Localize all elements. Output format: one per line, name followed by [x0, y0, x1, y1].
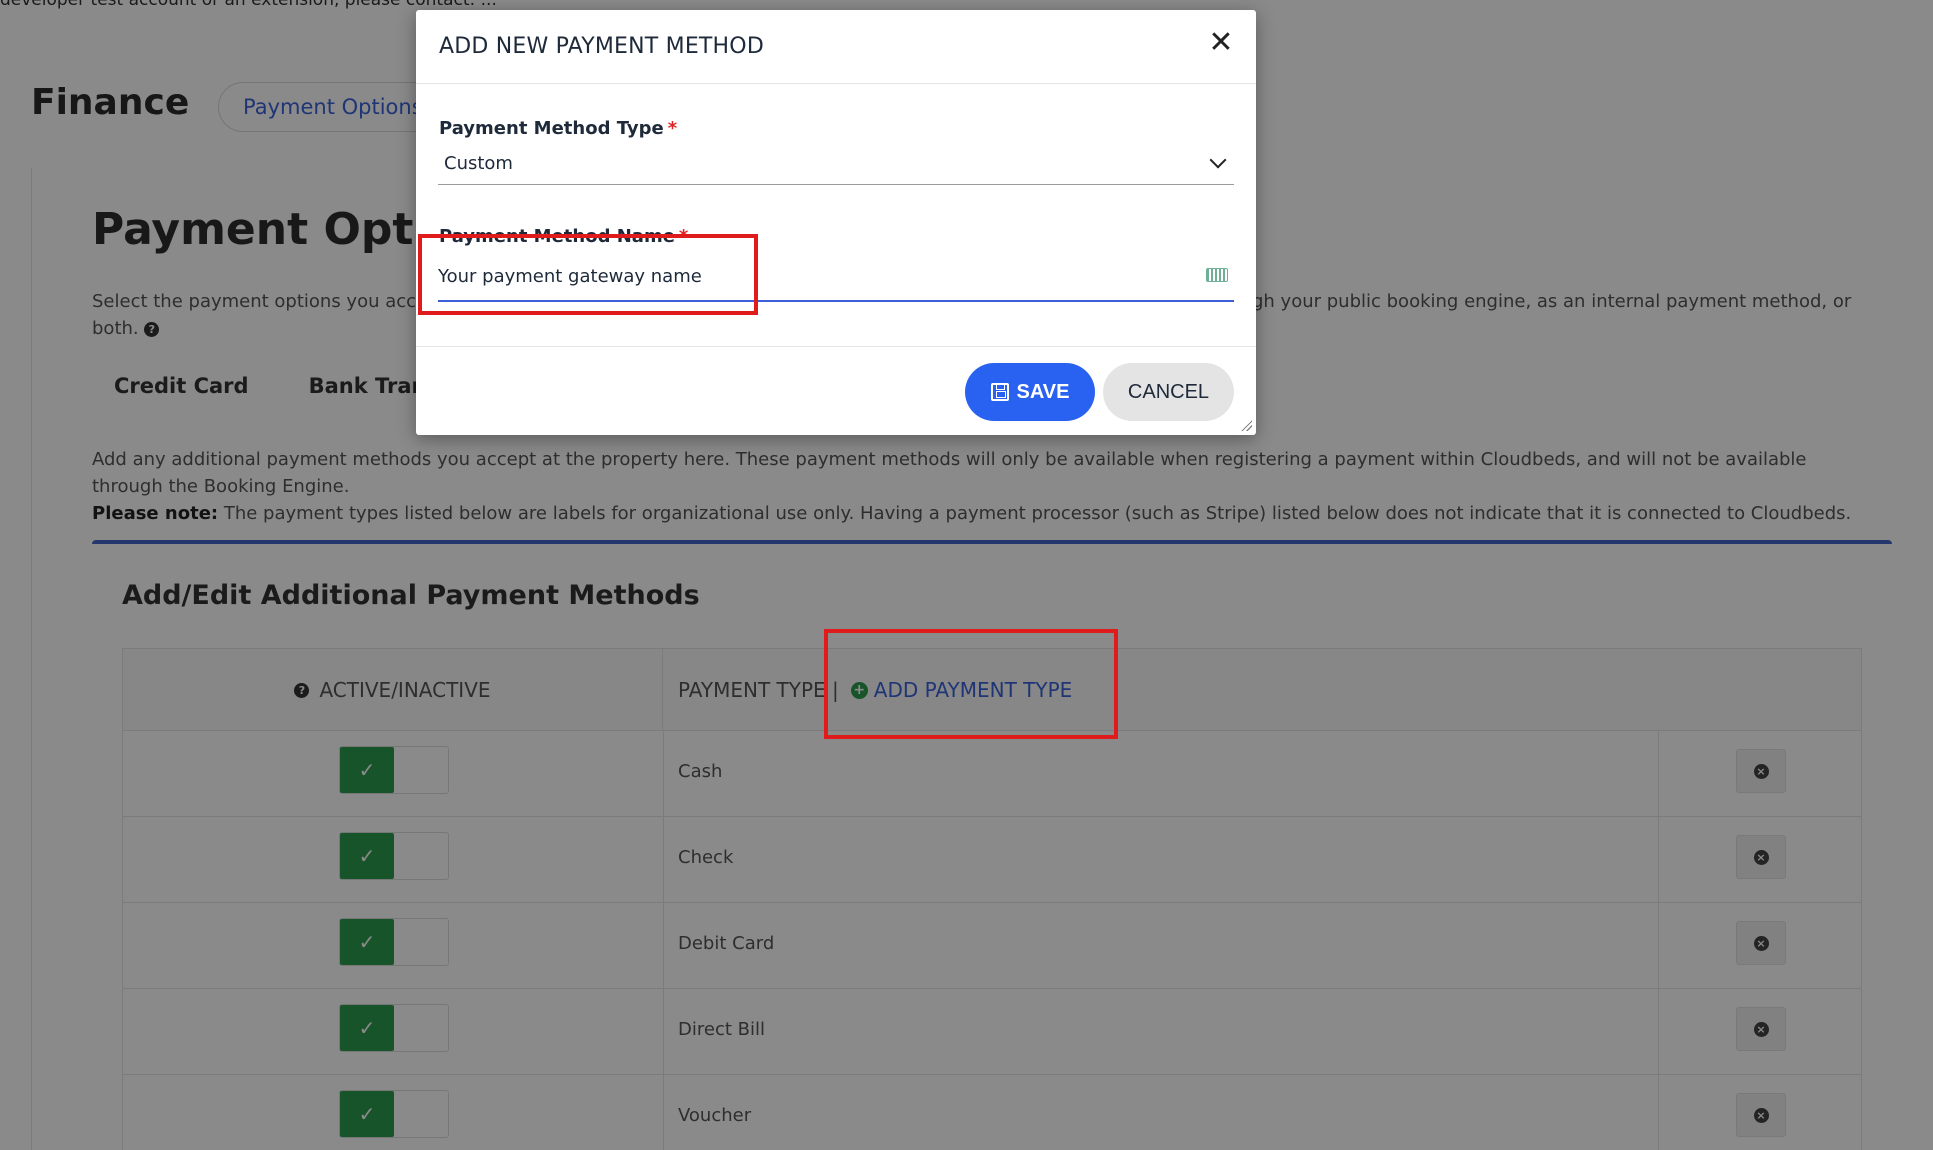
cancel-label: CANCEL [1127, 380, 1210, 403]
selected-type-value: Custom [444, 152, 513, 174]
payment-method-type-select[interactable]: Custom [438, 142, 1234, 185]
type-label-text: Payment Method Type [439, 118, 664, 139]
dialog-header: ADD NEW PAYMENT METHOD ✕ [416, 10, 1256, 84]
floppy-disk-icon [990, 383, 1009, 401]
dialog-title: ADD NEW PAYMENT METHOD [439, 34, 764, 59]
dialog-footer: SAVE CANCEL [416, 346, 1256, 435]
resize-handle-icon[interactable] [1240, 419, 1252, 431]
highlight-payment-method-name [418, 234, 758, 315]
close-icon[interactable]: ✕ [1204, 26, 1238, 60]
chevron-down-icon [1209, 151, 1227, 169]
highlight-add-payment-type [824, 629, 1118, 739]
cancel-button[interactable]: CANCEL [1103, 363, 1234, 421]
save-label: SAVE [1016, 380, 1070, 403]
save-button[interactable]: SAVE [965, 363, 1095, 421]
required-marker: * [667, 118, 678, 139]
keyboard-icon[interactable] [1206, 268, 1228, 282]
payment-method-type-label: Payment Method Type * [439, 118, 677, 139]
add-payment-method-dialog: ADD NEW PAYMENT METHOD ✕ Payment Method … [416, 10, 1256, 435]
